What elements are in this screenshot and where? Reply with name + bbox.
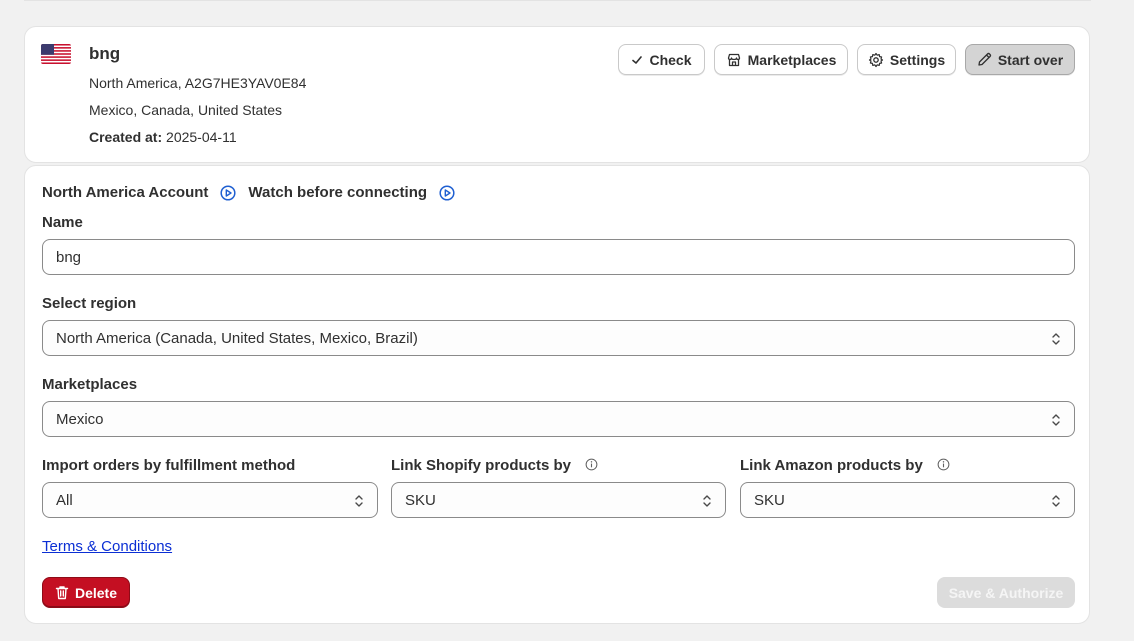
check-label: Check [649,51,692,68]
marketplaces-label: Marketplaces [42,376,138,393]
link-shopify-label-wrap: Link Shopify products by [391,457,598,474]
marketplaces-select-value: Mexico [56,410,104,428]
created-value: 2025-04-11 [166,129,237,145]
marketplaces-button[interactable]: Marketplaces [714,44,848,75]
check-icon [632,55,643,64]
chevron-updown-icon [1052,495,1060,507]
link-shopify-value: SKU [405,491,436,509]
chevron-updown-icon [355,495,363,507]
chevron-updown-icon [1052,414,1060,426]
save-authorize-button[interactable]: Save & Authorize [937,577,1075,608]
chevron-updown-icon [1052,333,1060,345]
link-amazon-value: SKU [754,491,785,509]
section-title: North America Account [42,184,209,201]
name-label: Name [42,214,83,231]
info-icon[interactable] [585,458,598,471]
region-select-value: North America (Canada, United States, Me… [56,329,418,347]
play-circle-icon[interactable] [220,184,236,201]
name-input-value: bng [56,248,82,266]
settings-button[interactable]: Settings [857,44,956,75]
trash-icon [55,586,69,600]
chevron-updown-icon [703,495,711,507]
pencil-icon [978,52,991,66]
import-orders-label: Import orders by fulfillment method [42,457,296,474]
account-summary-card: bng North America, A2G7HE3YAV0E84 Mexico… [24,26,1090,163]
link-amazon-label: Link Amazon products by [740,457,923,474]
save-authorize-label: Save & Authorize [948,584,1064,601]
name-input[interactable]: bng [42,239,1075,275]
region-select[interactable]: North America (Canada, United States, Me… [42,320,1075,356]
top-divider [24,0,1091,1]
settings-label: Settings [889,51,946,68]
link-shopify-select[interactable]: SKU [391,482,726,518]
terms-link[interactable]: Terms & Conditions [42,538,172,555]
store-icon [727,53,740,66]
import-orders-value: All [56,491,73,509]
account-created: Created at: 2025-04-11 [89,129,237,145]
info-icon[interactable] [937,458,950,471]
section-header: North America Account Watch before conne… [42,184,467,201]
region-label: Select region [42,295,137,312]
import-orders-select[interactable]: All [42,482,378,518]
link-amazon-select[interactable]: SKU [740,482,1075,518]
created-label: Created at: [89,129,163,145]
us-flag-icon [41,44,71,64]
play-circle-icon[interactable] [439,184,455,201]
watch-label: Watch before connecting [248,184,428,201]
check-button[interactable]: Check [618,44,705,75]
account-region-id: North America, A2G7HE3YAV0E84 [89,75,307,91]
marketplaces-select[interactable]: Mexico [42,401,1075,437]
delete-label: Delete [74,584,118,601]
start-over-button[interactable]: Start over [965,44,1075,75]
marketplaces-label: Marketplaces [747,51,837,68]
account-countries: Mexico, Canada, United States [89,102,282,118]
delete-button[interactable]: Delete [42,577,130,608]
link-amazon-label-wrap: Link Amazon products by [740,457,950,474]
account-form-card: North America Account Watch before conne… [24,165,1090,624]
gear-icon [868,52,883,67]
account-name: bng [89,44,121,63]
link-shopify-label: Link Shopify products by [391,457,572,474]
start-over-label: Start over [997,51,1064,68]
